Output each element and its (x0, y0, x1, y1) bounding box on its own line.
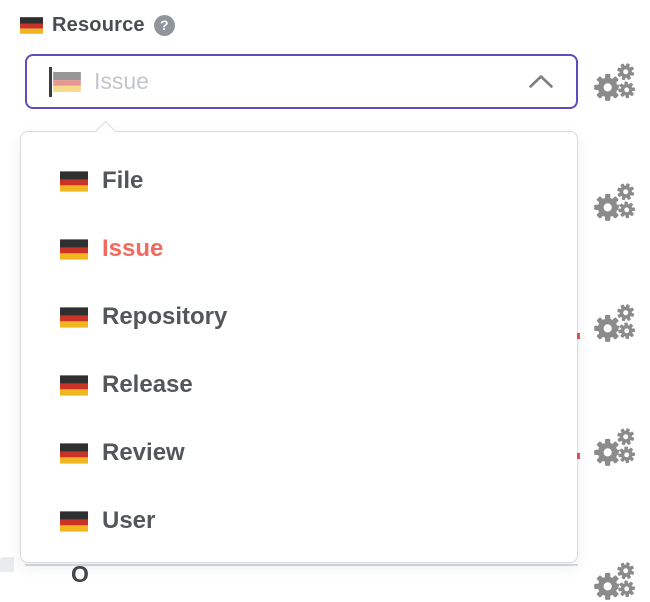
german-flag-icon (60, 375, 88, 396)
german-flag-icon (53, 72, 81, 92)
gears-icon (593, 303, 636, 344)
option-file[interactable]: File (21, 147, 577, 215)
field-settings-button[interactable] (593, 427, 636, 468)
option-label: File (102, 167, 143, 195)
obscured-row-border (25, 564, 578, 572)
obscured-element-fragment (0, 557, 14, 572)
field-settings-button[interactable] (593, 303, 636, 344)
option-label: Review (102, 439, 185, 467)
german-flag-icon (60, 171, 88, 192)
gears-icon (593, 62, 636, 103)
field-label-row: Resource ? (20, 14, 175, 37)
required-asterisk-fragment (577, 333, 580, 339)
dropdown-caret (95, 120, 116, 141)
option-label: Release (102, 371, 193, 399)
field-settings-button[interactable] (593, 182, 636, 223)
help-icon[interactable]: ? (154, 15, 175, 36)
chevron-up-icon[interactable] (528, 74, 554, 89)
german-flag-icon (20, 17, 43, 34)
option-label: Issue (102, 235, 163, 263)
german-flag-icon (60, 511, 88, 532)
field-settings-button[interactable] (593, 561, 636, 602)
option-issue[interactable]: Issue (21, 215, 577, 283)
field-label: Resource (52, 14, 145, 37)
resource-select-input[interactable]: Issue (25, 54, 578, 109)
option-label: User (102, 507, 155, 535)
option-release[interactable]: Release (21, 351, 577, 419)
option-user[interactable]: User (21, 487, 577, 555)
german-flag-icon (60, 443, 88, 464)
option-repository[interactable]: Repository (21, 283, 577, 351)
text-cursor (49, 67, 52, 97)
gears-icon (593, 182, 636, 223)
german-flag-icon (60, 307, 88, 328)
resource-field-form: { "field": { "label": "Resource", "help_… (0, 0, 650, 572)
gears-icon (593, 561, 636, 602)
option-review[interactable]: Review (21, 419, 577, 487)
german-flag-icon (60, 239, 88, 260)
field-settings-button[interactable] (593, 62, 636, 103)
required-asterisk-fragment (577, 453, 580, 459)
option-label: Repository (102, 303, 227, 331)
resource-dropdown-menu: File Issue Repository Release Review Use… (20, 131, 578, 563)
gears-icon (593, 427, 636, 468)
obscured-row-text: O (71, 561, 89, 588)
select-placeholder: Issue (94, 68, 149, 95)
